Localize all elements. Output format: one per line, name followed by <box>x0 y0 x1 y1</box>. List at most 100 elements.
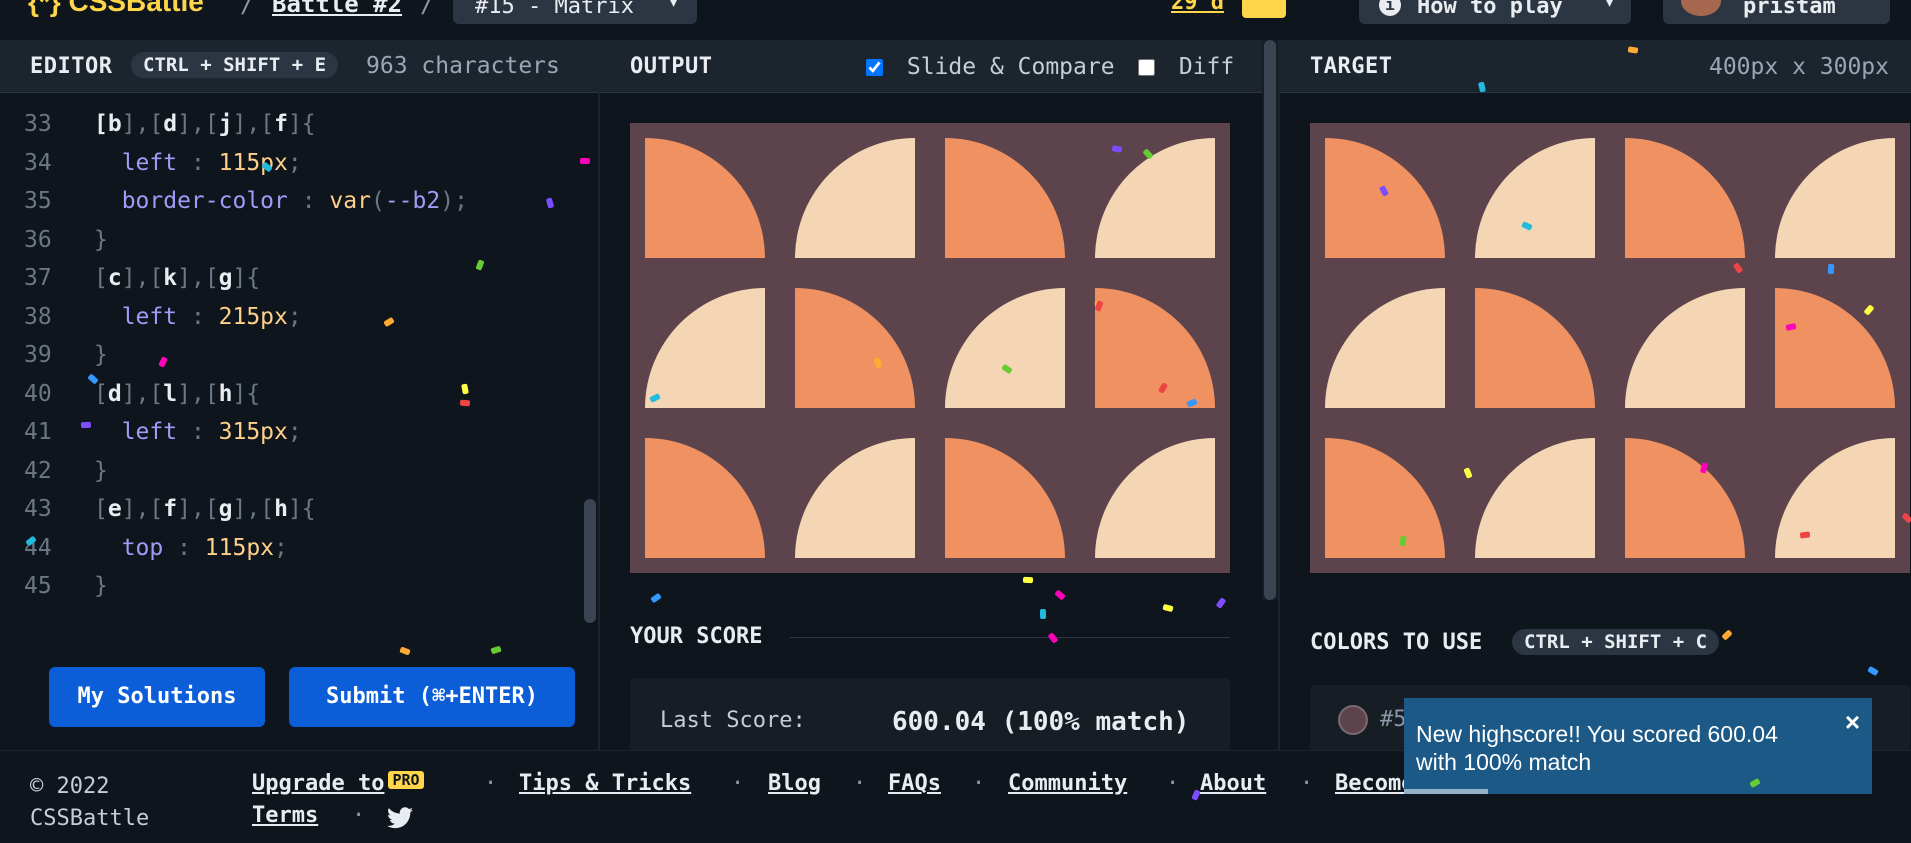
slide-compare-checkbox[interactable] <box>866 59 883 76</box>
confetti-piece <box>1867 665 1879 677</box>
confetti-piece <box>1162 603 1174 613</box>
score-title: YOUR SCORE <box>630 624 763 649</box>
about-link[interactable]: About <box>1200 771 1266 796</box>
faqs-link[interactable]: FAQs <box>888 771 941 796</box>
code-text: [c],[k],[g]{ <box>94 265 261 291</box>
quarter-circle <box>1775 438 1895 558</box>
editor-scrollbar[interactable] <box>584 499 596 623</box>
how-to-play-button[interactable]: i How to play ▾ <box>1359 0 1631 24</box>
quarter-circle <box>1775 138 1895 258</box>
code-text: left : 215px; <box>94 303 302 330</box>
confetti-piece <box>459 399 471 407</box>
diff-toggle[interactable]: Diff <box>1138 54 1234 80</box>
line-number: 44 <box>24 534 52 561</box>
confetti-piece <box>1627 46 1639 54</box>
char-count: 963 characters <box>366 53 560 79</box>
confetti-piece <box>1215 597 1227 609</box>
footer-separator: · <box>1300 771 1314 796</box>
color-hex[interactable]: #5 <box>1380 707 1407 732</box>
output-title: OUTPUT <box>630 54 713 79</box>
quarter-circle <box>645 438 765 558</box>
line-number: 37 <box>24 265 52 291</box>
quarter-circle <box>795 438 915 558</box>
breadcrumb-separator: / <box>420 0 435 18</box>
output-canvas[interactable] <box>630 123 1230 573</box>
quarter-circle <box>1325 288 1445 408</box>
confetti-piece <box>1047 632 1059 644</box>
code-text: top : 115px; <box>94 534 288 561</box>
upgrade-label: Upgrade to <box>252 771 385 796</box>
become-link[interactable]: Become <box>1335 771 1414 796</box>
terms-link[interactable]: Terms <box>252 803 318 828</box>
score-box: Last Score: 600.04 (100% match) <box>630 678 1230 758</box>
quarter-circle <box>795 138 915 258</box>
output-scrollbar[interactable] <box>1262 40 1278 600</box>
quarter-circle <box>1475 438 1595 558</box>
username: pristam <box>1743 0 1836 19</box>
quarter-circle <box>945 138 1065 258</box>
colors-title: COLORS TO USE <box>1310 630 1483 655</box>
streak-badge <box>1242 0 1286 18</box>
quarter-circle <box>1475 138 1595 258</box>
streak-link[interactable]: 29 d <box>1171 0 1224 15</box>
footer-separator: · <box>853 771 867 796</box>
slide-compare-toggle[interactable]: Slide & Compare <box>866 54 1115 80</box>
code-text: border-color : var(--b2); <box>94 188 468 214</box>
confetti-piece <box>80 421 92 429</box>
code-editor[interactable]: 33 [b],[d],[j],[f]{34 left : 115px; 35 bor… <box>0 94 598 634</box>
twitter-icon[interactable] <box>387 807 413 833</box>
quarter-circle <box>1625 438 1745 558</box>
quarter-circle <box>1775 288 1895 408</box>
quarter-circle <box>1325 138 1445 258</box>
line-number: 42 <box>24 457 52 484</box>
breadcrumb-battle[interactable]: Battle #2 <box>272 0 402 18</box>
submit-button[interactable]: Submit (⌘+ENTER) <box>289 667 575 727</box>
community-link[interactable]: Community <box>1008 771 1127 796</box>
target-select-label: #15 - Matrix <box>475 0 634 19</box>
quarter-circle <box>795 288 915 408</box>
quarter-circle <box>1475 288 1595 408</box>
footer-separator: · <box>484 771 498 796</box>
output-scrollbar-thumb[interactable] <box>1264 40 1276 600</box>
line-number: 33 <box>24 111 52 137</box>
slide-compare-label: Slide & Compare <box>906 54 1115 80</box>
tips-link[interactable]: Tips & Tricks <box>519 771 691 796</box>
quarter-circle <box>1625 138 1745 258</box>
target-header: TARGET 400px x 300px <box>1280 40 1911 93</box>
quarter-circle <box>945 288 1065 408</box>
line-number: 43 <box>24 496 52 522</box>
footer-separator: · <box>1166 771 1180 796</box>
user-menu[interactable]: pristam <box>1663 0 1890 24</box>
close-icon[interactable]: × <box>1845 708 1860 736</box>
last-score-value: 600.04 (100% match) <box>892 707 1190 737</box>
code-text: } <box>94 342 108 368</box>
chevron-down-icon: ▾ <box>1604 0 1615 13</box>
color-swatch[interactable] <box>1338 705 1368 735</box>
blog-link[interactable]: Blog <box>768 771 821 796</box>
line-number: 38 <box>24 303 52 330</box>
copyright: © 2022 CSSBattle <box>30 774 150 831</box>
target-title: TARGET <box>1310 54 1393 79</box>
footer-separator: · <box>731 771 745 796</box>
code-text: left : 315px; <box>94 419 302 445</box>
chevron-down-icon: ▾ <box>668 0 679 13</box>
upgrade-link[interactable]: Upgrade to PRO <box>252 771 424 796</box>
quarter-circle <box>1095 438 1215 558</box>
quarter-circle <box>1095 138 1215 258</box>
line-number: 41 <box>24 419 52 445</box>
confetti-piece <box>650 592 662 604</box>
target-size: 400px x 300px <box>1708 54 1889 80</box>
quarter-circle <box>1325 438 1445 558</box>
my-solutions-button[interactable]: My Solutions <box>49 667 265 727</box>
logo[interactable]: {*} CSSBattle <box>28 0 204 18</box>
code-text: } <box>94 573 108 599</box>
target-select[interactable]: #15 - Matrix ▾ <box>453 0 697 24</box>
diff-checkbox[interactable] <box>1138 59 1155 76</box>
divider <box>598 40 600 750</box>
diff-label: Diff <box>1178 54 1235 80</box>
divider <box>1278 40 1280 750</box>
confetti-piece <box>1022 576 1034 584</box>
quarter-circle <box>645 288 765 408</box>
confetti-piece <box>1054 589 1066 601</box>
editor-title: EDITOR <box>30 54 113 79</box>
